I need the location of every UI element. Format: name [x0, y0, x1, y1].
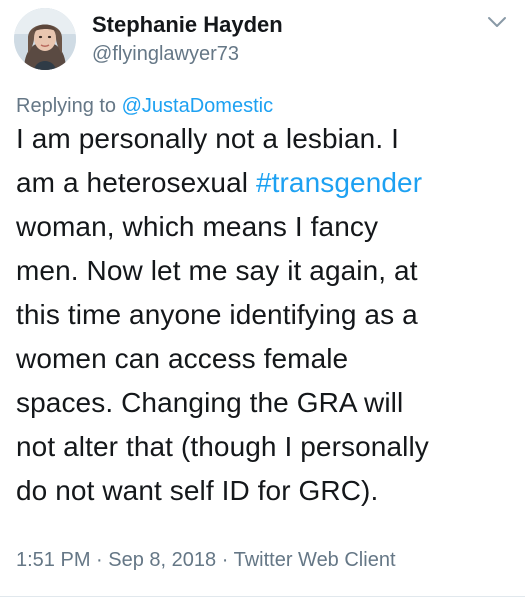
divider	[0, 596, 525, 597]
tweet-line: woman, which means I fancy	[16, 211, 379, 242]
chevron-down-icon[interactable]	[486, 14, 508, 30]
tweet-line: this time anyone identifying as a	[16, 299, 418, 330]
reply-prefix: Replying to	[16, 95, 117, 117]
tweet-line: not alter that (though I personally	[16, 431, 429, 462]
tweet-line: men. Now let me say it again, at	[16, 255, 418, 286]
tweet-date[interactable]: Sep 8, 2018	[108, 549, 216, 571]
reply-target-link[interactable]: @JustaDomestic	[122, 95, 273, 117]
tweet-client: Twitter Web Client	[233, 549, 396, 571]
tweet-line: women can access female	[16, 343, 349, 374]
reply-context: Replying to @JustaDomestic	[16, 95, 273, 118]
tweet-line: I am personally not a lesbian. I	[16, 123, 399, 154]
tweet-line: do not want self ID for GRC).	[16, 475, 379, 506]
meta-separator: ·	[96, 549, 103, 571]
tweet-meta: 1:51 PM · Sep 8, 2018 · Twitter Web Clie…	[16, 549, 396, 572]
author-display-name[interactable]: Stephanie Hayden	[92, 12, 283, 38]
profile-photo-icon	[14, 8, 76, 70]
tweet-line-text: am a heterosexual	[16, 167, 256, 198]
tweet-card: Stephanie Hayden @flyinglawyer73 Replyin…	[0, 0, 525, 600]
tweet-text: I am personally not a lesbian. I am a he…	[16, 117, 516, 513]
tweet-time[interactable]: 1:51 PM	[16, 549, 90, 571]
tweet-line: spaces. Changing the GRA will	[16, 387, 404, 418]
hashtag-link[interactable]: #transgender	[256, 167, 422, 198]
avatar[interactable]	[14, 8, 76, 70]
meta-separator: ·	[221, 549, 229, 571]
tweet-line: am a heterosexual #transgender	[16, 161, 516, 205]
author-handle[interactable]: @flyinglawyer73	[92, 43, 239, 66]
